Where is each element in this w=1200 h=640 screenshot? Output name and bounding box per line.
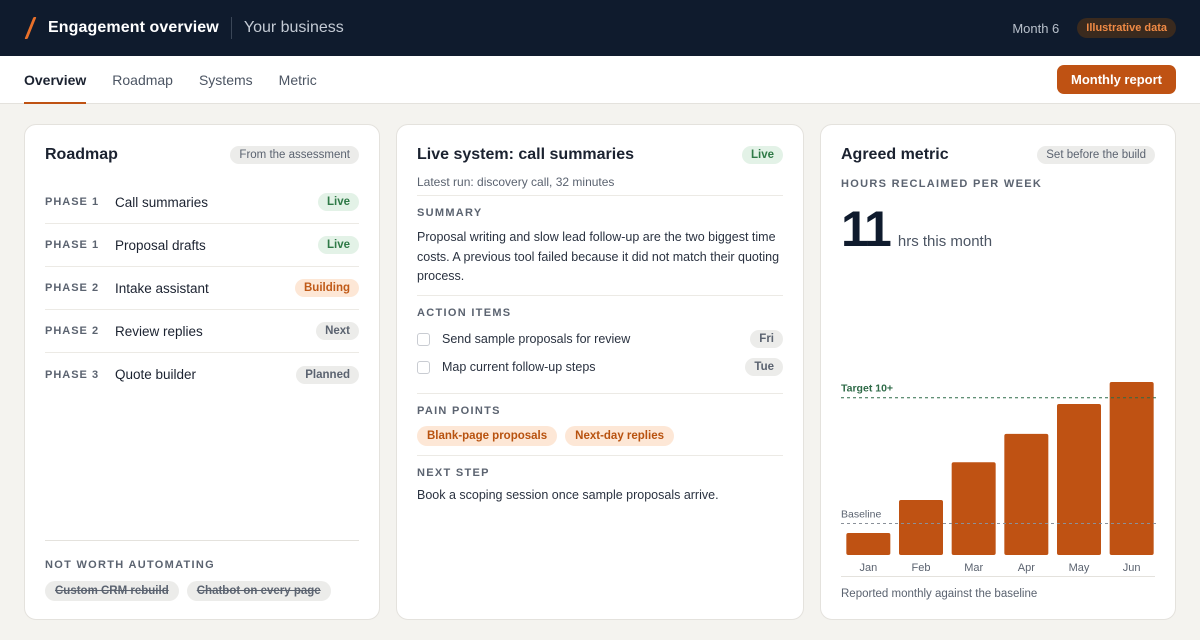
pain-point-tag: Blank-page proposals xyxy=(417,426,558,446)
target-label: Target 10+ xyxy=(841,383,893,395)
live-system-header: Live system: call summaries Live xyxy=(417,145,783,165)
bar-may xyxy=(1057,404,1101,555)
x-tick-label: Mar xyxy=(964,562,983,574)
not-worth-automating-label: NOT WORTH AUTOMATING xyxy=(45,559,215,571)
action-item-text: Send sample proposals for review xyxy=(442,332,631,346)
roadmap-item[interactable]: PHASE 2 Review replies Next xyxy=(45,310,359,353)
roadmap-card: Roadmap From the assessment PHASE 1 Call… xyxy=(24,124,380,620)
roadmap-header: Roadmap From the assessment xyxy=(45,145,359,165)
roadmap-source-badge: From the assessment xyxy=(230,146,359,164)
logo-icon xyxy=(24,17,38,39)
tab-systems[interactable]: Systems xyxy=(199,56,253,103)
roadmap-item-phase: PHASE 2 xyxy=(45,282,100,294)
agreed-metric-card: Agreed metric Set before the build HOURS… xyxy=(820,124,1176,620)
bar-mar xyxy=(951,462,996,555)
roadmap-item[interactable]: PHASE 2 Intake assistant Building xyxy=(45,267,359,310)
live-system-title: Live system: call summaries xyxy=(417,146,635,163)
not-worth-automating-tags: Custom CRM rebuild Chatbot on every page xyxy=(45,581,359,601)
monthly-report-button[interactable]: Monthly report xyxy=(1057,65,1176,94)
roadmap-title: Roadmap xyxy=(45,146,118,163)
roadmap-item-phase: PHASE 2 xyxy=(45,325,100,337)
roadmap-item-name: Call summaries xyxy=(115,194,209,210)
bar-feb xyxy=(899,499,943,555)
due-day-badge: Fri xyxy=(750,330,783,348)
action-item-checkbox[interactable] xyxy=(417,360,430,374)
next-step-section: NEXT STEP Book a scoping session once sa… xyxy=(417,455,783,506)
business-name: Your business xyxy=(243,19,344,36)
pain-point-tag: Next-day replies xyxy=(565,426,674,446)
pain-points-label: PAIN POINTS xyxy=(417,405,501,417)
next-step-label: NEXT STEP xyxy=(417,467,490,479)
action-items-section: ACTION ITEMS Send sample proposals for r… xyxy=(417,295,783,381)
status-badge: Building xyxy=(295,279,359,297)
status-badge: Live xyxy=(317,193,359,211)
not-worth-automating-section: NOT WORTH AUTOMATING Custom CRM rebuild … xyxy=(45,540,359,601)
tab-roadmap[interactable]: Roadmap xyxy=(112,56,173,103)
month-label: Month 6 xyxy=(1012,20,1060,36)
roadmap-item-name: Quote builder xyxy=(115,367,197,382)
roadmap-item-phase: PHASE 3 xyxy=(45,368,100,381)
chart-footnote: Reported monthly against the baseline xyxy=(841,576,1155,600)
next-step-text: Book a scoping session once sample propo… xyxy=(417,488,719,502)
app-title: Engagement overview xyxy=(48,19,219,36)
roadmap-item[interactable]: PHASE 1 Call summaries Live xyxy=(45,181,359,224)
x-tick-label: Apr xyxy=(1018,562,1035,574)
roadmap-list: PHASE 1 Call summaries Live PHASE 1 Prop… xyxy=(45,181,359,396)
excluded-item-tag: Custom CRM rebuild xyxy=(45,581,179,601)
tab-overview[interactable]: Overview xyxy=(24,56,87,104)
illustrative-data-badge: Illustrative data xyxy=(1077,18,1176,38)
roadmap-item[interactable]: PHASE 1 Proposal drafts Live xyxy=(45,224,359,267)
action-item: Send sample proposals for review Fri xyxy=(417,325,783,353)
action-item-checkbox[interactable] xyxy=(417,332,430,346)
roadmap-item-name: Review replies xyxy=(115,323,203,339)
roadmap-item[interactable]: PHASE 3 Quote builder Planned xyxy=(45,353,359,396)
bar-apr xyxy=(1004,433,1049,555)
roadmap-item-name: Intake assistant xyxy=(115,280,209,296)
tab-metric[interactable]: Metric xyxy=(279,56,317,103)
tab-bar: Overview Roadmap Systems Metric Monthly … xyxy=(0,56,1200,104)
topbar-right: Month 6 Illustrative data xyxy=(1012,18,1176,38)
action-items-label: ACTION ITEMS xyxy=(417,307,512,319)
latest-run-text: Latest run: discovery call, 32 minutes xyxy=(417,175,615,189)
bar-jan xyxy=(846,532,891,555)
baseline-label: Baseline xyxy=(841,509,881,521)
status-badge: Live xyxy=(317,236,359,254)
summary-label: SUMMARY xyxy=(417,207,483,219)
summary-section: SUMMARY Proposal writing and slow lead f… xyxy=(417,195,783,287)
roadmap-item-name: Proposal drafts xyxy=(115,237,206,253)
due-day-badge: Tue xyxy=(745,358,783,376)
x-tick-label: Jun xyxy=(1123,562,1141,574)
x-tick-label: Feb xyxy=(912,562,931,574)
status-badge: Planned xyxy=(296,365,359,384)
x-tick-label: Jan xyxy=(859,562,877,574)
roadmap-item-phase: PHASE 1 xyxy=(45,196,100,208)
hours-reclaimed-chart: Jan Feb Mar Apr May Jun Target 10+ Baseline xyxy=(841,382,1157,574)
x-tick-label: May xyxy=(1069,562,1090,574)
action-item-text: Map current follow-up steps xyxy=(442,360,596,374)
status-badge: Next xyxy=(316,322,359,340)
live-status-badge: Live xyxy=(741,146,783,164)
pain-points-section: PAIN POINTS Blank-page proposals Next-da… xyxy=(417,393,783,446)
action-items-list: Send sample proposals for review Fri Map… xyxy=(417,325,783,381)
top-bar: Engagement overview Your business Month … xyxy=(0,0,1200,56)
summary-text: Proposal writing and slow lead follow-up… xyxy=(417,230,780,283)
bar-jun xyxy=(1109,382,1154,555)
live-system-card: Live system: call summaries Live Latest … xyxy=(396,124,804,620)
title-divider xyxy=(230,17,232,39)
action-item: Map current follow-up steps Tue xyxy=(417,353,783,381)
pain-points-tags: Blank-page proposals Next-day replies xyxy=(417,426,783,446)
roadmap-item-phase: PHASE 1 xyxy=(45,239,100,251)
excluded-item-tag: Chatbot on every page xyxy=(186,581,331,601)
